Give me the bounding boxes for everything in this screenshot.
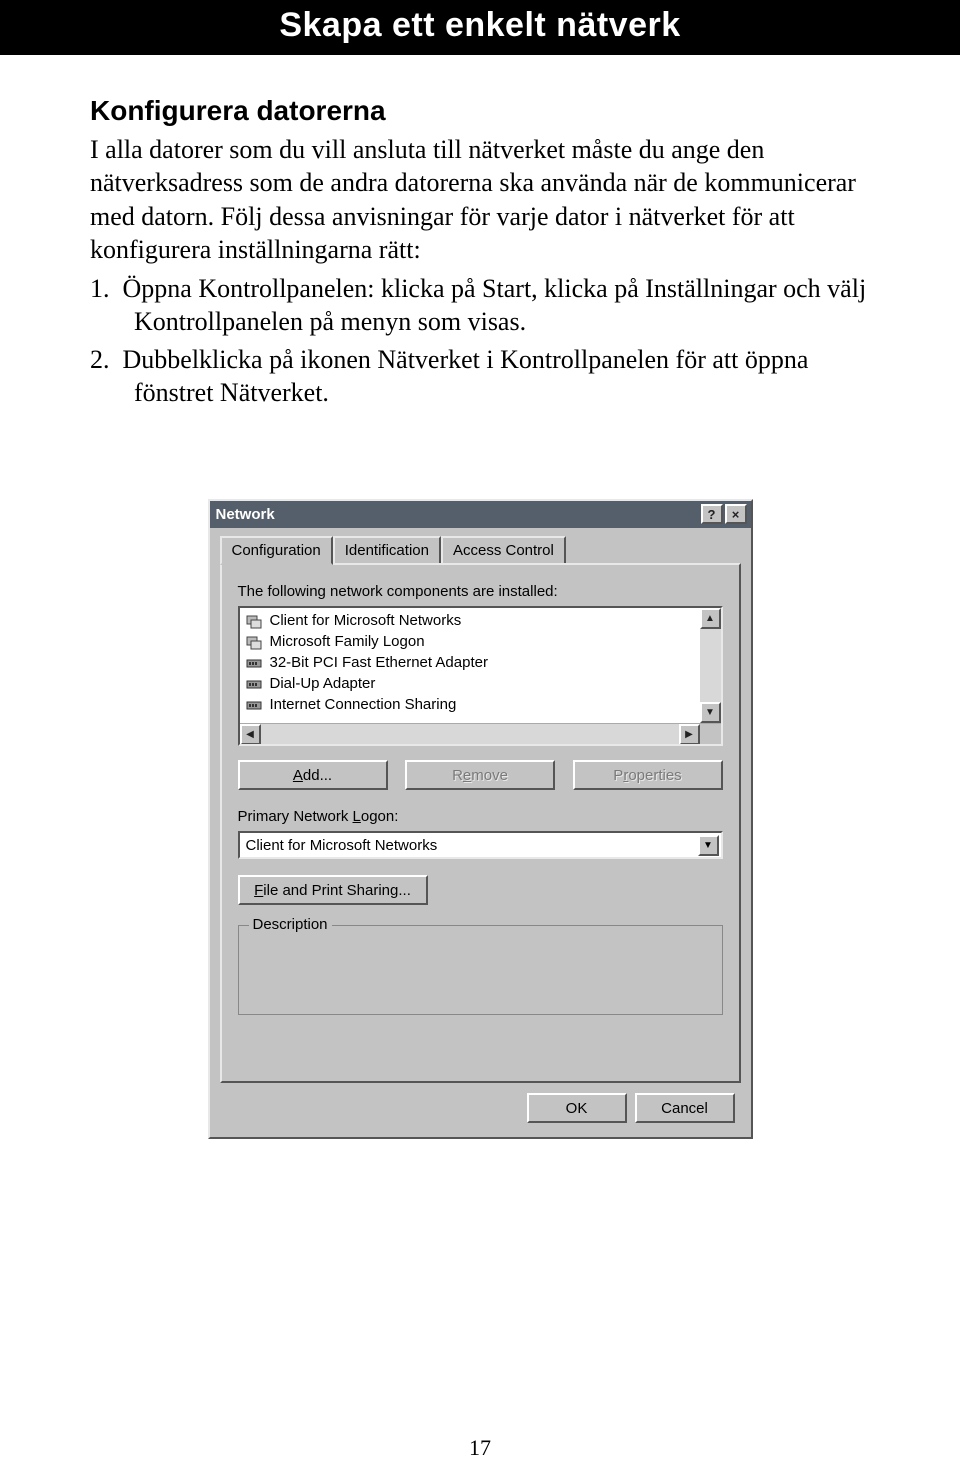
properties-button[interactable]: PropertiesProperties	[573, 760, 723, 790]
adapter-icon	[246, 697, 264, 713]
file-print-sharing-button[interactable]: File and Print Sharing...File and Print …	[238, 875, 428, 905]
components-listbox[interactable]: Client for Microsoft Networks Microsoft …	[238, 606, 723, 746]
description-label: Description	[249, 916, 332, 933]
tabs-row: Configuration Identification Access Cont…	[210, 528, 751, 563]
client-icon	[246, 634, 264, 650]
network-dialog: Network ? × Configuration Identification…	[208, 499, 753, 1139]
steps-list: 1. Öppna Kontrollpanelen: klicka på Star…	[90, 272, 870, 409]
tab-panel-configuration: The following network components are ins…	[220, 563, 741, 1083]
dialog-action-row: OK Cancel	[210, 1093, 751, 1137]
step-2: 2. Dubbelklicka på ikonen Nätverket i Ko…	[90, 343, 870, 410]
list-item[interactable]: Dial-Up Adapter	[240, 673, 721, 694]
description-groupbox: Description	[238, 925, 723, 1015]
scrollbar-vertical[interactable]: ▲ ▼	[700, 608, 721, 723]
scroll-up-icon[interactable]: ▲	[700, 608, 721, 629]
remove-button[interactable]: RemoveRemove	[405, 760, 555, 790]
logon-value: Client for Microsoft Networks	[246, 837, 438, 854]
component-buttons: AAdd...dd... RemoveRemove PropertiesProp…	[238, 760, 723, 790]
adapter-icon	[246, 676, 264, 692]
components-label: The following network components are ins…	[238, 583, 723, 600]
cancel-button[interactable]: Cancel	[635, 1093, 735, 1123]
scroll-down-icon[interactable]: ▼	[700, 702, 721, 723]
client-icon	[246, 613, 264, 629]
scrollbar-horizontal[interactable]: ◀ ▶	[240, 723, 721, 744]
list-item[interactable]: 32-Bit PCI Fast Ethernet Adapter	[240, 652, 721, 673]
tab-configuration[interactable]: Configuration	[220, 536, 333, 565]
list-item[interactable]: Client for Microsoft Networks	[240, 610, 721, 631]
step-1: 1. Öppna Kontrollpanelen: klicka på Star…	[90, 272, 870, 339]
dialog-titlebar[interactable]: Network ? ×	[210, 501, 751, 528]
ok-button[interactable]: OK	[527, 1093, 627, 1123]
list-item[interactable]: Internet Connection Sharing	[240, 694, 721, 715]
help-button[interactable]: ?	[701, 504, 723, 524]
add-button[interactable]: AAdd...dd...	[238, 760, 388, 790]
screenshot-figure: Network ? × Configuration Identification…	[90, 499, 870, 1139]
scroll-left-icon[interactable]: ◀	[240, 724, 261, 745]
logon-label: Primary Network Logon:Primary Network Lo…	[238, 808, 723, 825]
close-button[interactable]: ×	[725, 504, 747, 524]
dialog-title: Network	[216, 506, 275, 523]
close-icon: ×	[732, 507, 740, 522]
section-heading: Konfigurera datorerna	[90, 95, 870, 127]
adapter-icon	[246, 655, 264, 671]
tab-identification[interactable]: Identification	[333, 536, 441, 563]
tab-access-control[interactable]: Access Control	[441, 536, 566, 563]
list-item[interactable]: Microsoft Family Logon	[240, 631, 721, 652]
logon-combobox[interactable]: Client for Microsoft Networks ▼	[238, 831, 723, 859]
scroll-right-icon[interactable]: ▶	[679, 724, 700, 745]
chevron-down-icon[interactable]: ▼	[698, 835, 719, 856]
page-number: 17	[0, 1435, 960, 1461]
page-banner: Skapa ett enkelt nätverk	[0, 0, 960, 55]
scrollbar-corner	[700, 724, 721, 745]
intro-paragraph: I alla datorer som du vill ansluta till …	[90, 133, 870, 266]
banner-title: Skapa ett enkelt nätverk	[279, 6, 680, 44]
